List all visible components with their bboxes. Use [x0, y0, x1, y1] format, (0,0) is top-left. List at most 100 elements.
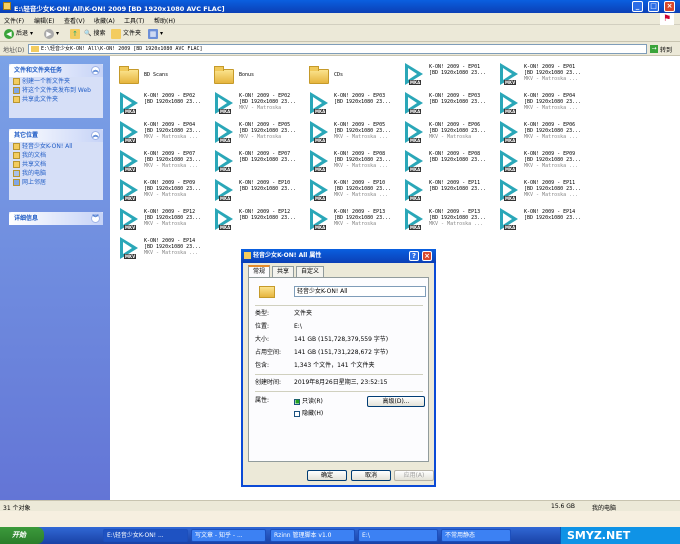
- views-button[interactable]: ▦ ▾: [148, 28, 163, 39]
- media-file-item[interactable]: MKA K-ON! 2009 - EP05 [BD 1920x1080 23... M…: [209, 119, 299, 149]
- details-panel: 详细信息 ︾: [9, 212, 103, 225]
- media-file-item[interactable]: MKA K-ON! 2009 - EP02 [BD 1920x1080 23...: [114, 90, 204, 120]
- up-button[interactable]: ↑: [70, 28, 80, 39]
- media-file-item[interactable]: MKA K-ON! 2009 - EP05 [BD 1920x1080 23... M…: [304, 119, 394, 149]
- menu-view[interactable]: 查看(V): [64, 16, 85, 25]
- folder-icon: [118, 63, 139, 85]
- task-publish-web[interactable]: 将这个文件夹发布到 Web: [9, 86, 103, 95]
- task-script[interactable]: Rzinn 管理脚本 v1.0: [270, 529, 355, 542]
- dialog-close-button[interactable]: ×: [422, 251, 432, 261]
- mka-file-icon: MKA: [403, 179, 423, 201]
- media-file-item[interactable]: MKV K-ON! 2009 - EP09 [BD 1920x1080 23... M…: [114, 177, 204, 207]
- mkv-file-icon: MKV: [118, 208, 138, 230]
- media-file-item[interactable]: MKA K-ON! 2009 - EP11 [BD 1920x1080 23... M…: [494, 177, 584, 207]
- media-file-item[interactable]: MKA K-ON! 2009 - EP06 [BD 1920x1080 23... M…: [494, 119, 584, 149]
- media-file-item[interactable]: MKA K-ON! 2009 - EP10 [BD 1920x1080 23...: [209, 177, 299, 207]
- readonly-checkbox[interactable]: ■ 只读(R): [294, 398, 323, 406]
- mka-file-icon: MKA: [498, 92, 518, 114]
- folder-item[interactable]: BD Scans: [114, 61, 204, 91]
- media-file-item[interactable]: MKA K-ON! 2009 - EP10 [BD 1920x1080 23... M…: [304, 177, 394, 207]
- place-parent[interactable]: 轻音少女K-ON! All: [9, 142, 103, 151]
- advanced-button[interactable]: 高级(D)...: [367, 396, 425, 407]
- file-tasks-header[interactable]: 文件和文件夹任务 ︽: [9, 64, 103, 77]
- media-file-item[interactable]: MKA K-ON! 2009 - EP04 [BD 1920x1080 23... M…: [494, 90, 584, 120]
- media-file-item[interactable]: MKA K-ON! 2009 - EP02 [BD 1920x1080 23... M…: [209, 90, 299, 120]
- created-value: 2019年8月26日星期三, 23:52:15: [294, 379, 388, 386]
- help-button[interactable]: ?: [409, 251, 419, 261]
- task-share-folder[interactable]: 共享此文件夹: [9, 95, 103, 104]
- close-button[interactable]: ×: [664, 1, 675, 12]
- windows-flag-icon: ⚑: [660, 13, 674, 25]
- menu-help[interactable]: 帮助(H): [154, 16, 175, 25]
- hidden-checkbox[interactable]: 隐藏(H): [294, 410, 323, 418]
- media-file-item[interactable]: MKA K-ON! 2009 - EP07 [BD 1920x1080 23...: [209, 148, 299, 178]
- media-file-item[interactable]: MKA K-ON! 2009 - EP06 [BD 1920x1080 23... M…: [399, 119, 489, 149]
- globe-icon: [13, 87, 20, 94]
- go-button[interactable]: → 转到: [650, 44, 672, 54]
- contains-value: 1,343 个文件，141 个文件夹: [294, 362, 375, 369]
- created-label: 创建时间:: [255, 379, 282, 386]
- search-button[interactable]: 🔍 搜索: [84, 28, 106, 39]
- folder-item[interactable]: CDs: [304, 61, 394, 91]
- menu-tools[interactable]: 工具(T): [124, 16, 144, 25]
- media-file-item[interactable]: MKV K-ON! 2009 - EP12 [BD 1920x1080 23... M…: [114, 206, 204, 236]
- details-header[interactable]: 详细信息 ︾: [9, 212, 103, 225]
- mka-file-icon: MKA: [403, 63, 423, 85]
- folder-icon: [244, 252, 251, 259]
- media-file-item[interactable]: MKA K-ON! 2009 - EP13 [BD 1920x1080 23... M…: [399, 206, 489, 236]
- task-drive[interactable]: E:\: [358, 529, 438, 542]
- ok-button[interactable]: 确定: [307, 470, 347, 481]
- media-file-item[interactable]: MKA K-ON! 2009 - EP09 [BD 1920x1080 23... M…: [494, 148, 584, 178]
- tab-customize[interactable]: 自定义: [296, 266, 324, 277]
- back-button[interactable]: ◀ 后退 ▾: [4, 28, 33, 39]
- toolbar: ◀ 后退 ▾ ▶ ▾ ↑ 🔍 搜索 文件夹 ▦ ▾: [0, 25, 680, 42]
- tab-sharing[interactable]: 共享: [272, 266, 294, 277]
- media-file-item[interactable]: MKA K-ON! 2009 - EP08 [BD 1920x1080 23... M…: [304, 148, 394, 178]
- media-file-item[interactable]: MKA K-ON! 2009 - EP03 [BD 1920x1080 23...: [399, 90, 489, 120]
- other-places-header[interactable]: 其它位置 ︽: [9, 129, 103, 142]
- place-my-computer[interactable]: 我的电脑: [9, 169, 103, 178]
- collapse-icon[interactable]: ︽: [91, 131, 100, 140]
- folder-item[interactable]: Bonus: [209, 61, 299, 91]
- media-file-item[interactable]: MKA K-ON! 2009 - EP12 [BD 1920x1080 23...: [209, 206, 299, 236]
- place-shared-documents[interactable]: 共享文档: [9, 160, 103, 169]
- place-my-documents[interactable]: 我的文档: [9, 151, 103, 160]
- media-file-item[interactable]: MKV K-ON! 2009 - EP04 [BD 1920x1080 23... M…: [114, 119, 204, 149]
- maximize-button[interactable]: □: [648, 1, 659, 12]
- forward-button[interactable]: ▶ ▾: [44, 28, 59, 39]
- divider: [255, 391, 423, 392]
- media-file-item[interactable]: MKV K-ON! 2009 - EP07 [BD 1920x1080 23... M…: [114, 148, 204, 178]
- task-other[interactable]: 不常用静态: [441, 529, 511, 542]
- file-name: K-ON! 2009 - EP14 [BD 1920x1080 23...: [524, 209, 582, 221]
- folders-button[interactable]: 文件夹: [111, 28, 141, 39]
- divider: [255, 305, 423, 306]
- file-name: CDs: [334, 72, 344, 78]
- menu-file[interactable]: 文件(F): [4, 16, 24, 25]
- media-file-item[interactable]: MKV K-ON! 2009 - EP14 [BD 1920x1080 23... M…: [114, 235, 204, 265]
- media-file-item[interactable]: MKA K-ON! 2009 - EP11 [BD 1920x1080 23...: [399, 177, 489, 207]
- address-input[interactable]: E:\轻音少女K-ON! All\K-ON! 2009 [BD 1920x108…: [28, 44, 647, 54]
- media-file-item[interactable]: MKA K-ON! 2009 - EP03 [BD 1920x1080 23...: [304, 90, 394, 120]
- folder-name-input[interactable]: 轻音少女K-ON! All: [294, 286, 426, 297]
- media-file-item[interactable]: MKV K-ON! 2009 - EP01 [BD 1920x1080 23... M…: [494, 61, 584, 91]
- mka-file-icon: MKA: [308, 150, 328, 172]
- start-button[interactable]: 开始: [0, 527, 44, 544]
- mka-file-icon: MKA: [498, 150, 518, 172]
- task-explorer[interactable]: E:\轻音少女K-ON! ...: [103, 529, 188, 542]
- apply-button[interactable]: 应用(A): [394, 470, 434, 481]
- place-network[interactable]: 网上邻居: [9, 178, 103, 187]
- media-file-item[interactable]: MKA K-ON! 2009 - EP14 [BD 1920x1080 23...: [494, 206, 584, 236]
- task-new-folder[interactable]: 创建一个新文件夹: [9, 77, 103, 86]
- menu-edit[interactable]: 编辑(E): [34, 16, 54, 25]
- expand-icon[interactable]: ︾: [91, 214, 100, 223]
- task-browser[interactable]: 写文章 - 知乎 - ...: [191, 529, 266, 542]
- media-file-item[interactable]: MKA K-ON! 2009 - EP13 [BD 1920x1080 23... M…: [304, 206, 394, 236]
- menu-favorites[interactable]: 收藏(A): [94, 16, 115, 25]
- minimize-button[interactable]: _: [632, 1, 643, 12]
- media-file-item[interactable]: MKA K-ON! 2009 - EP08 [BD 1920x1080 23...: [399, 148, 489, 178]
- cancel-button[interactable]: 取消: [351, 470, 391, 481]
- other-places-panel: 其它位置 ︽ 轻音少女K-ON! All 我的文档 共享文档 我的电脑 网上邻居: [9, 129, 103, 200]
- tab-general[interactable]: 常规: [248, 265, 270, 277]
- media-file-item[interactable]: MKA K-ON! 2009 - EP01 [BD 1920x1080 23...: [399, 61, 489, 91]
- collapse-icon[interactable]: ︽: [91, 66, 100, 75]
